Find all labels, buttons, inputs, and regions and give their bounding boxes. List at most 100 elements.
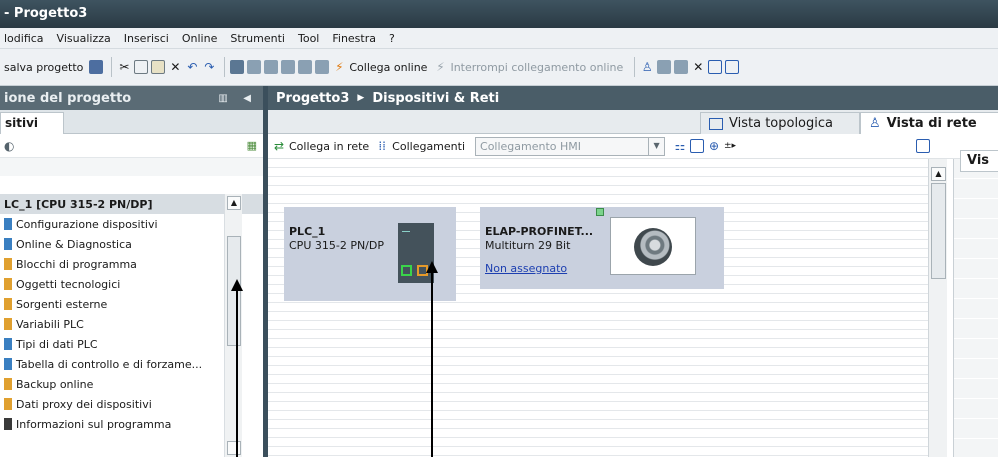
view-tabs: Vista topologica ♙ Vista di rete: [268, 110, 998, 134]
back-icon[interactable]: ◐: [4, 139, 14, 153]
program-info-icon: [4, 418, 12, 430]
scroll-up-arrow-icon[interactable]: ▲: [227, 196, 241, 210]
toolbar-separator: [634, 57, 636, 77]
connection-type-select[interactable]: Collegamento HMI ▼: [475, 136, 666, 156]
breadcrumb-project[interactable]: Progetto3: [276, 91, 349, 106]
encoder-image: [610, 217, 696, 275]
menu-help[interactable]: ?: [389, 32, 395, 45]
simulation-icon[interactable]: [281, 60, 296, 74]
device-type: CPU 315-2 PN/DP: [289, 239, 384, 252]
network-view-icon: ♙: [869, 116, 881, 131]
zoom-dropdown-icon[interactable]: ±▸: [724, 141, 736, 151]
split-horizontal-icon[interactable]: [708, 60, 723, 74]
device-elap-encoder[interactable]: ELAP-PROFINET... Multiturn 29 Bit Non as…: [480, 207, 724, 289]
menu-strumenti[interactable]: Strumenti: [230, 32, 285, 45]
proxy-data-icon: [4, 398, 12, 410]
diagnostics-icon: [4, 238, 12, 250]
tree-header-spacer: [0, 158, 263, 176]
project-tree-tabs: sitivi: [0, 110, 263, 134]
watch-table-icon: [4, 358, 12, 370]
program-blocks-icon: [4, 258, 12, 270]
project-tree-panel: ione del progetto ▥ ◀ sitivi ◐ ▦ LC_1 [C…: [0, 86, 263, 457]
tab-devices[interactable]: sitivi: [0, 112, 64, 134]
topology-icon: [709, 117, 723, 130]
undo-icon[interactable]: ↶: [185, 60, 199, 74]
devices-networks-editor: Progetto3 ▶ Dispositivi & Reti Vista top…: [268, 86, 998, 457]
compile-icon[interactable]: [230, 60, 245, 74]
device-icon[interactable]: [298, 60, 313, 74]
tab-network-view[interactable]: ♙ Vista di rete: [860, 112, 998, 134]
toolbar-separator: [111, 57, 113, 77]
network-canvas[interactable]: PLC_1 CPU 315-2 PN/DP ELAP-PROFINET... M…: [268, 159, 928, 457]
device-config-icon: [4, 218, 12, 230]
canvas-scrollbar[interactable]: ▲: [928, 159, 947, 457]
download-icon[interactable]: [247, 60, 262, 74]
plc-data-types-icon: [4, 338, 12, 350]
plc-module-icon[interactable]: [398, 223, 434, 283]
grid-icon[interactable]: [690, 139, 705, 153]
external-sources-icon: [4, 298, 12, 310]
breadcrumb: Progetto3 ▶ Dispositivi & Reti: [268, 86, 998, 110]
disconnect-online-button[interactable]: ⚡ Interrompi collegamento online: [433, 60, 623, 74]
cut-icon[interactable]: ✂: [117, 60, 131, 74]
network-overview-table: [953, 159, 998, 457]
print-icon[interactable]: [89, 60, 104, 74]
annotation-arrow-right: [431, 272, 433, 457]
scroll-up-arrow-icon[interactable]: ▲: [931, 167, 946, 181]
annotation-arrow-left: [236, 290, 238, 457]
tab-network-overview[interactable]: Vis: [960, 150, 998, 172]
redo-icon[interactable]: ↷: [202, 60, 216, 74]
relations-icon[interactable]: ⚏: [673, 139, 687, 153]
plc-tags-icon: [4, 318, 12, 330]
menu-tool[interactable]: Tool: [298, 32, 319, 45]
connections-button[interactable]: ⁞⁞ Collegamenti: [375, 139, 465, 153]
main-toolbar: salva progetto ✂ ✕ ↶ ↷ ⚡ Collega online …: [0, 49, 998, 86]
project-tree-header: ione del progetto ▥ ◀: [0, 86, 263, 110]
window-title: - Progetto3: [0, 0, 998, 28]
save-project-button[interactable]: salva progetto: [4, 61, 83, 74]
menu-visualizza[interactable]: Visualizza: [57, 32, 111, 45]
network-icon[interactable]: ♙: [640, 60, 654, 74]
annotation-arrowhead-right: [426, 261, 438, 273]
scroll-thumb[interactable]: [931, 183, 946, 279]
io-controller-link[interactable]: Non assegnato: [485, 262, 567, 275]
device-name: PLC_1: [289, 225, 326, 238]
new-view-icon[interactable]: ▦: [247, 139, 257, 152]
connect-network-button[interactable]: ⇄ Collega in rete: [272, 139, 369, 153]
upload-icon[interactable]: [264, 60, 279, 74]
breadcrumb-section[interactable]: Dispositivi & Reti: [372, 91, 499, 106]
online-backup-icon: [4, 378, 12, 390]
connect-online-button[interactable]: ⚡ Collega online: [332, 60, 427, 74]
scroll-thumb[interactable]: [227, 236, 241, 346]
scroll-down-arrow-icon[interactable]: [227, 441, 241, 455]
project-tree-scrollbar[interactable]: ▲: [224, 194, 242, 457]
breadcrumb-chevron-icon: ▶: [357, 93, 365, 103]
project-tree-tools: ◐ ▦: [0, 134, 263, 158]
menu-online[interactable]: Online: [182, 32, 217, 45]
technology-objects-icon: [4, 278, 12, 290]
profinet-port-icon[interactable]: [596, 208, 604, 216]
menu-finestra[interactable]: Finestra: [332, 32, 376, 45]
tab-topology-view[interactable]: Vista topologica: [700, 112, 860, 134]
device-type: Multiturn 29 Bit: [485, 239, 571, 252]
device-name: ELAP-PROFINET...: [485, 225, 594, 238]
go-offline-icon: ⚡: [436, 60, 445, 74]
monitor-icon[interactable]: [657, 60, 672, 74]
connections-icon: ⁞⁞: [378, 139, 386, 153]
profinet-port-icon[interactable]: [401, 265, 412, 276]
paste-icon[interactable]: [151, 60, 166, 74]
encoder-icon: [634, 228, 672, 266]
toolbar-separator: [224, 57, 226, 77]
delete-icon[interactable]: ✕: [168, 60, 182, 74]
network-connect-icon: ⇄: [273, 139, 285, 153]
force-icon[interactable]: [674, 60, 689, 74]
zoom-icon[interactable]: ⊕: [707, 139, 721, 153]
menu-inserisci[interactable]: Inserisci: [124, 32, 169, 45]
split-vertical-icon[interactable]: [725, 60, 740, 74]
accessible-devices-icon[interactable]: [315, 60, 330, 74]
panel-pin-icon[interactable]: ▥ ◀: [218, 93, 257, 104]
copy-icon[interactable]: [134, 60, 149, 74]
menu-modifica[interactable]: lodifica: [4, 32, 44, 45]
close-windows-icon[interactable]: ✕: [691, 60, 705, 74]
overview-icon[interactable]: [916, 139, 930, 153]
